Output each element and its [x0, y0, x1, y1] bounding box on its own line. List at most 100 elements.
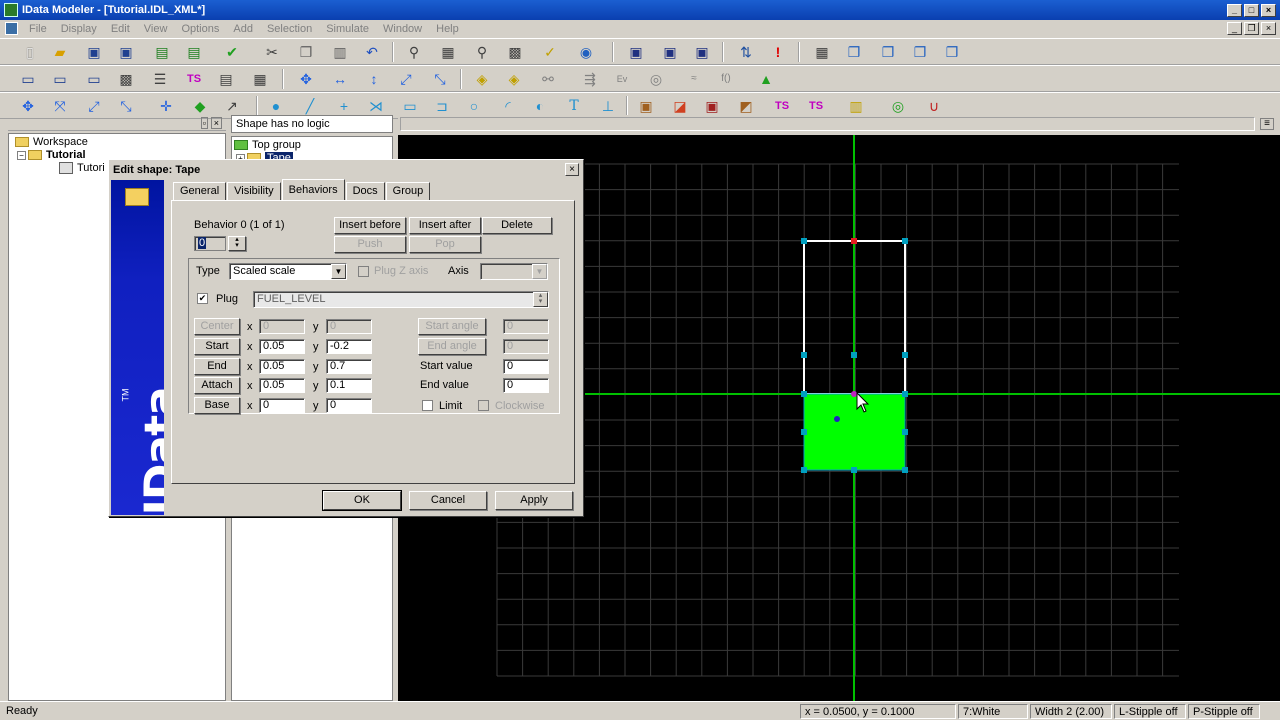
plug-spinner[interactable]: ▴ ▾	[533, 292, 548, 307]
insert-before-button[interactable]: Insert before	[334, 217, 406, 234]
draw-icon[interactable]: ◪	[670, 97, 690, 115]
start-value-field[interactable]: 0	[503, 359, 549, 374]
import-icon[interactable]: ▤	[152, 43, 172, 61]
limit-checkbox[interactable]	[422, 400, 433, 411]
start-angle-field[interactable]: 0	[503, 319, 549, 334]
tab-group[interactable]: Group	[385, 182, 431, 200]
simulate-icon[interactable]: ⇅	[736, 43, 756, 61]
zoom-icon[interactable]: ⚲	[404, 43, 424, 61]
base-button[interactable]: Base	[194, 397, 240, 414]
window-cascade-icon[interactable]: ❐	[844, 43, 864, 61]
transform-icon-4[interactable]: ⤡	[116, 97, 136, 115]
axis-select[interactable]: ▼	[480, 263, 548, 280]
maximize-button[interactable]: □	[1244, 4, 1259, 17]
stretch-horizontal-icon[interactable]: ↔	[330, 70, 350, 88]
link-icon[interactable]: ⚯	[538, 70, 558, 88]
record-icon[interactable]: ◎	[646, 70, 666, 88]
start-x-field[interactable]: 0.05	[259, 339, 305, 354]
chevron-down-icon[interactable]: ▼	[331, 264, 346, 279]
tree-minimize-button[interactable]: ▫	[200, 117, 208, 129]
end-value-field[interactable]: 0	[503, 378, 549, 393]
grid-icon[interactable]: ▦	[812, 43, 832, 61]
attach-button[interactable]: Attach	[194, 377, 240, 394]
zoom-fit-icon[interactable]: ▦	[438, 43, 458, 61]
tab-general[interactable]: General	[173, 182, 227, 200]
polyline-icon[interactable]: ⋊	[366, 97, 386, 115]
mdi-restore-button[interactable]: ❐	[1244, 22, 1259, 35]
start-angle-button[interactable]: Start angle	[418, 318, 486, 335]
polygon-icon[interactable]: ⊐	[432, 97, 452, 115]
tree-item-top-group[interactable]: Top group	[234, 139, 301, 151]
widget-icon[interactable]: ▣	[702, 97, 722, 115]
cancel-button[interactable]: Cancel	[409, 491, 487, 510]
end-y-field[interactable]: 0.7	[326, 359, 372, 374]
sector-icon[interactable]: ◐	[530, 97, 550, 115]
tree-close-button[interactable]: ×	[210, 117, 222, 129]
function-icon[interactable]: ≈	[684, 70, 704, 88]
end-angle-field[interactable]: 0	[503, 339, 549, 354]
apply-button[interactable]: Apply	[495, 491, 573, 510]
plug-z-axis-checkbox[interactable]	[358, 266, 369, 277]
line-icon[interactable]: ╱	[300, 97, 320, 115]
new-icon[interactable]: ▯	[20, 43, 40, 61]
menu-simulate[interactable]: Simulate	[319, 23, 376, 35]
behavior-index-field[interactable]: 0	[194, 236, 226, 251]
window-close-all-icon[interactable]: ❐	[942, 43, 962, 61]
delete-button[interactable]: Delete	[482, 217, 552, 234]
magnet-icon[interactable]: ∪	[924, 97, 944, 115]
base-y-field[interactable]: 0	[326, 398, 372, 413]
document-icon[interactable]	[5, 22, 18, 35]
bitmap-icon[interactable]: ◩	[736, 97, 756, 115]
validate-icon[interactable]: ✓	[540, 43, 560, 61]
clockwise-checkbox[interactable]	[478, 400, 489, 411]
find-icon[interactable]: ⚲	[472, 43, 492, 61]
cut-icon[interactable]: ✂	[262, 43, 282, 61]
menu-options[interactable]: Options	[174, 23, 226, 35]
save-all-icon[interactable]: ▣	[116, 43, 136, 61]
resize-diagonal-2-icon[interactable]: ⤡	[430, 70, 450, 88]
end-button[interactable]: End	[194, 358, 240, 375]
window-arrange-icon[interactable]: ❐	[910, 43, 930, 61]
run-icon[interactable]: ▲	[756, 70, 776, 88]
end-angle-button[interactable]: End angle	[418, 338, 486, 355]
tree-item-tutorial-child[interactable]: Tutori	[59, 162, 105, 175]
point-icon[interactable]: ●	[266, 97, 286, 115]
check-icon[interactable]: ✔	[222, 43, 242, 61]
paste-icon[interactable]: ▥	[330, 43, 350, 61]
pointer-icon[interactable]: ↗	[222, 97, 242, 115]
dialog-close-button[interactable]: ×	[565, 163, 579, 176]
palette-icon[interactable]: ▩	[116, 70, 136, 88]
open-icon[interactable]: ▰	[50, 43, 70, 61]
text-icon[interactable]: T	[564, 97, 584, 115]
fx-icon[interactable]: f()	[716, 70, 736, 88]
type-select[interactable]: Scaled scale ▼	[229, 263, 347, 280]
inspect-icon[interactable]: ▩	[505, 43, 525, 61]
transform-icon-1[interactable]: ✥	[18, 97, 38, 115]
attach-y-field[interactable]: 0.1	[326, 378, 372, 393]
properties-icon[interactable]: ▤	[216, 70, 236, 88]
ts-icon[interactable]: TS	[184, 70, 204, 88]
select-icon[interactable]: ✛	[156, 97, 176, 115]
graph-icon-2[interactable]: ▣	[660, 43, 680, 61]
window-tile-icon[interactable]: ❐	[878, 43, 898, 61]
tab-behaviors[interactable]: Behaviors	[281, 179, 345, 200]
menu-add[interactable]: Add	[226, 23, 260, 35]
plug-checkbox[interactable]: ✔	[197, 293, 208, 304]
transform-icon-3[interactable]: ⤢	[84, 97, 104, 115]
graph-icon-1[interactable]: ▣	[626, 43, 646, 61]
menu-view[interactable]: View	[137, 23, 175, 35]
copy-icon[interactable]: ❐	[296, 43, 316, 61]
pin-icon[interactable]: ⊥	[598, 97, 618, 115]
center-x-field[interactable]: 0	[259, 319, 305, 334]
graph-icon-3[interactable]: ▣	[692, 43, 712, 61]
ts-edit-icon[interactable]: TS	[806, 97, 826, 115]
menu-display[interactable]: Display	[54, 23, 104, 35]
mdi-close-button[interactable]: ×	[1261, 22, 1276, 35]
tab-visibility[interactable]: Visibility	[227, 182, 281, 200]
globe-icon[interactable]: ◉	[576, 43, 596, 61]
view-panel-icon-3[interactable]: ▭	[84, 70, 104, 88]
save-icon[interactable]: ▣	[84, 43, 104, 61]
start-button[interactable]: Start	[194, 338, 240, 355]
image-icon[interactable]: ▣	[636, 97, 656, 115]
pop-button[interactable]: Pop	[409, 236, 481, 253]
